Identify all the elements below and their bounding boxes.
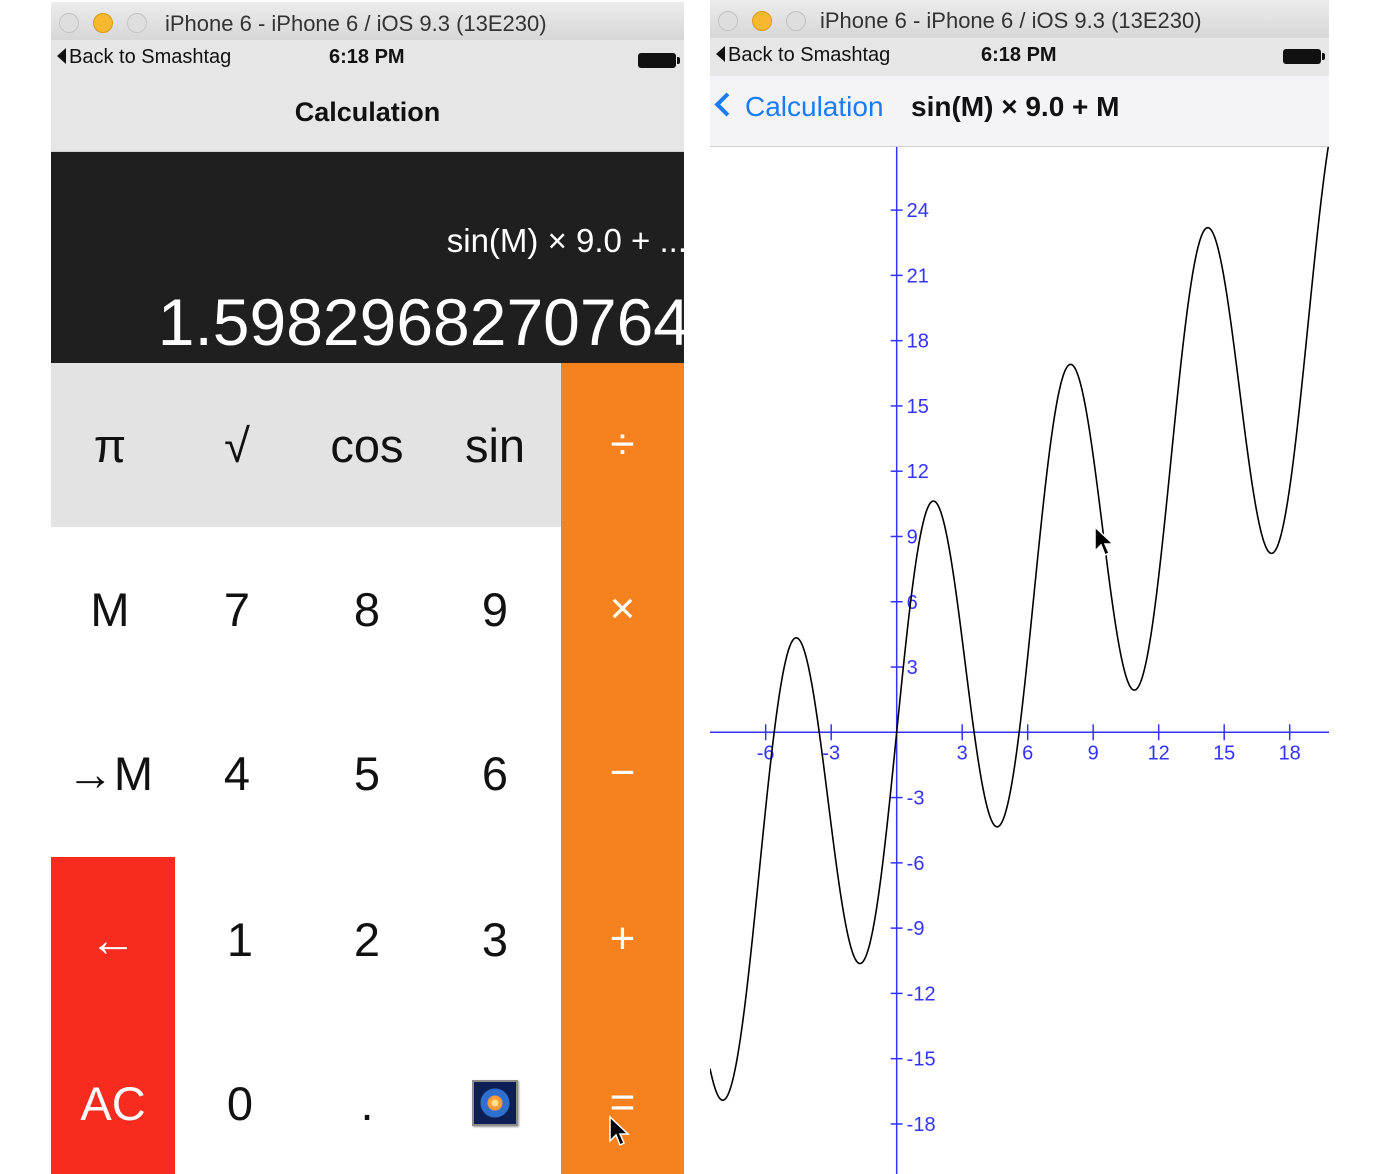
y-tick-label: 18 [907,331,929,353]
digit-3-key[interactable]: 3 [429,857,561,1021]
chevron-left-icon [714,92,739,117]
graph-view[interactable]: -6 -3 3 6 9 12 15 18 24 21 18 15 12 9 6 3 -3 -6 -9 -12 -15 -1… [710,142,1329,1174]
back-to-app-label: Back to Smashtag [69,46,232,68]
y-tick-label: 9 [907,526,918,548]
set-memory-key[interactable]: →M [51,691,169,855]
expression-description: sin(M) × 9.0 + ... [446,222,684,259]
sin-key[interactable]: sin [429,363,561,527]
y-tick-label: -18 [907,1114,936,1136]
calculator-simulator-window: iPhone 6 - iPhone 6 / iOS 9.3 (13E230) B… [51,0,684,1174]
minimize-window-button[interactable] [752,11,772,31]
x-tick-label: 9 [1088,742,1099,764]
zoom-window-button[interactable] [786,11,806,31]
cos-key[interactable]: cos [305,363,429,527]
x-tick-label: 3 [957,742,968,764]
minimize-window-button[interactable] [93,13,113,33]
digit-4-key[interactable]: 4 [169,691,305,855]
pi-key[interactable]: π [51,363,169,527]
digit-5-key[interactable]: 5 [305,691,429,855]
back-to-app-link[interactable]: Back to Smashtag [57,46,231,69]
y-tick-label: 12 [907,461,929,483]
status-time: 6:18 PM [329,46,405,68]
status-time: 6:18 PM [981,44,1057,66]
digit-7-key[interactable]: 7 [169,527,305,691]
digit-0-key[interactable]: 0 [175,1021,305,1174]
page-title: Calculation [294,97,441,127]
x-tick-label: 6 [1022,742,1033,764]
multiply-key[interactable]: × [561,527,684,691]
y-tick-label: -15 [907,1049,936,1071]
y-tick-label: 24 [907,200,929,222]
divide-key[interactable]: ÷ [561,363,684,527]
navigation-bar: Calculation sin(M) × 9.0 + M [710,76,1329,147]
close-window-button[interactable] [718,11,738,31]
status-bar: Back to Smashtag 6:18 PM [51,40,684,78]
equals-key[interactable]: = [561,1021,684,1174]
calculator-display: sin(M) × 9.0 + ... 1.5982968270764 [51,152,684,363]
digit-6-key[interactable]: 6 [429,691,561,855]
digit-1-key[interactable]: 1 [175,857,305,1021]
back-to-app-link[interactable]: Back to Smashtag [716,44,890,67]
window-title: iPhone 6 - iPhone 6 / iOS 9.3 (13E230) [165,11,547,36]
status-bar: Back to Smashtag 6:18 PM [710,38,1329,76]
x-tick-label: -3 [822,742,840,764]
y-tick-label: -3 [907,788,925,810]
window-title-bar[interactable]: iPhone 6 - iPhone 6 / iOS 9.3 (13E230) [51,2,684,42]
x-tick-label: 18 [1279,742,1301,764]
window-title: iPhone 6 - iPhone 6 / iOS 9.3 (13E230) [820,8,1202,33]
close-window-button[interactable] [59,13,79,33]
y-tick-label: -9 [907,918,925,940]
back-to-calculation-label: Calculation [745,91,884,122]
mouse-pointer-icon [609,1115,630,1147]
x-tick-label: 15 [1213,742,1235,764]
battery-icon [1283,49,1325,64]
backspace-key[interactable]: ← [51,857,175,1021]
y-tick-label: 3 [907,657,918,679]
back-triangle-icon [716,46,725,62]
digit-8-key[interactable]: 8 [305,527,429,691]
battery-icon [638,53,680,68]
fireworks-icon [472,1080,518,1126]
graph-simulator-window: iPhone 6 - iPhone 6 / iOS 9.3 (13E230) B… [710,0,1329,1174]
zoom-window-button[interactable] [127,13,147,33]
x-tick-label: 12 [1148,742,1170,764]
graph-key[interactable] [429,1021,561,1174]
result-value: 1.5982968270764 [157,285,684,359]
graph-title: sin(M) × 9.0 + M [911,91,1120,122]
square-root-key[interactable]: √ [169,363,305,527]
minus-key[interactable]: − [561,691,684,855]
function-curve [710,142,1329,1102]
function-graph[interactable]: -6 -3 3 6 9 12 15 182421181512963-3-6-9-12-15-1… [710,142,1329,1174]
plus-key[interactable]: + [561,857,684,1021]
digit-2-key[interactable]: 2 [305,857,429,1021]
mouse-pointer-icon [1094,525,1115,557]
y-tick-label: 15 [907,396,929,418]
y-tick-label: -12 [907,983,936,1005]
digit-9-key[interactable]: 9 [429,527,561,691]
y-tick-label: -6 [907,853,925,875]
navigation-bar: Calculation [51,78,684,152]
back-to-app-label: Back to Smashtag [728,44,891,66]
y-tick-label: 21 [907,265,929,287]
all-clear-key[interactable]: AC [51,1021,175,1174]
window-title-bar[interactable]: iPhone 6 - iPhone 6 / iOS 9.3 (13E230) [710,0,1329,40]
decimal-point-key[interactable]: . [305,1021,429,1174]
back-to-calculation-button[interactable]: Calculation [714,91,884,123]
memory-key[interactable]: M [51,527,169,691]
back-triangle-icon [57,48,66,64]
